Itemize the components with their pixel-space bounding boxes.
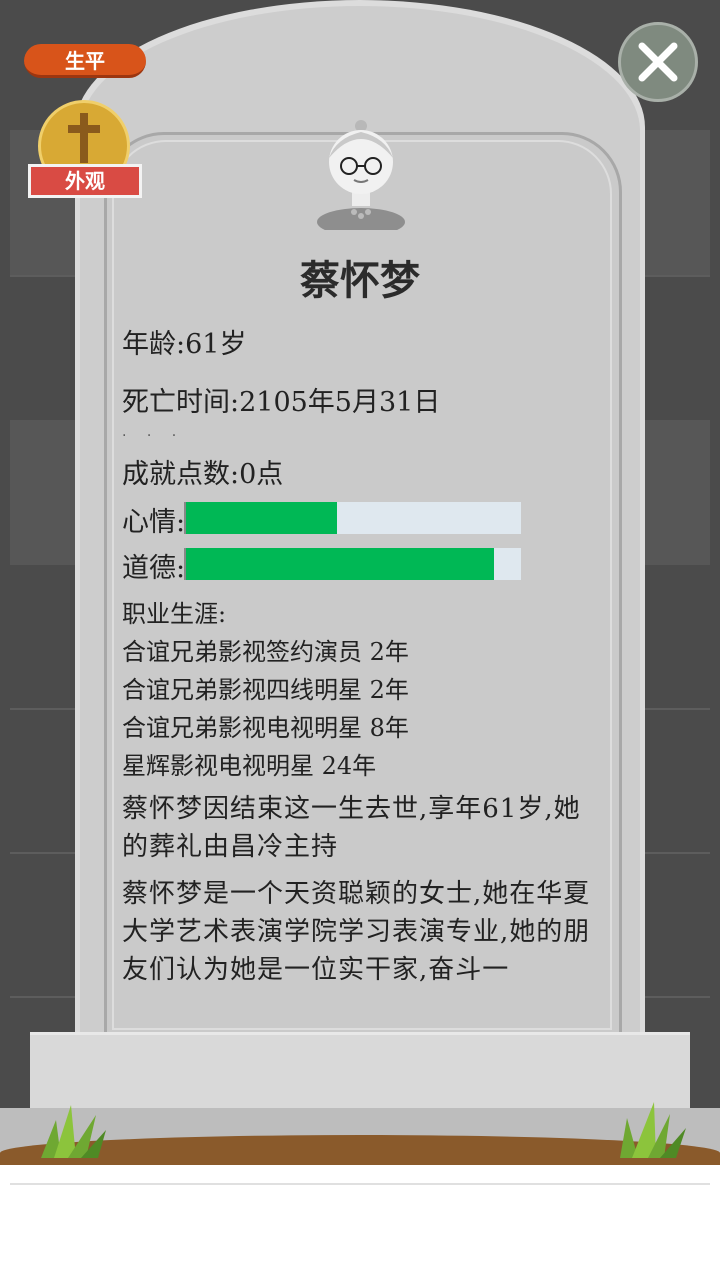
career-title: 职业生涯: (122, 600, 227, 628)
appearance-label: 外观 (28, 164, 142, 198)
age-line: 年龄:61岁 (122, 329, 247, 360)
mood-bar-fill (186, 502, 337, 534)
career-item: 合谊兄弟影视四线明星 2年 (122, 676, 409, 704)
elderly-woman-avatar-icon (317, 120, 405, 230)
career-item: 合谊兄弟影视签约演员 2年 (122, 638, 409, 666)
appearance-button[interactable]: 外观 (28, 100, 144, 204)
bio-paragraph: 蔡怀梦是一个天资聪颖的女士,她在华夏大学艺术表演学院学习表演专业,她的朋友们认为… (122, 879, 591, 985)
mood-label: 心情: (122, 507, 186, 538)
grass-right-icon (620, 1102, 686, 1158)
career-item: 合谊兄弟影视电视明星 8年 (122, 714, 409, 742)
life-tab-button[interactable]: 生平 (24, 44, 146, 78)
person-name: 蔡怀梦 (300, 257, 420, 304)
death-paragraph: 蔡怀梦因结束这一生去世,享年61岁,她的葬礼由昌冷主持 (122, 794, 581, 862)
grass-left-icon (41, 1105, 106, 1158)
achievement-line: 成就点数:0点 (122, 459, 284, 490)
close-button[interactable] (618, 22, 698, 102)
morality-label: 道德: (122, 553, 186, 584)
morality-bar-fill (186, 548, 495, 580)
tombstone-base (30, 1032, 690, 1115)
cross-icon (68, 113, 100, 163)
death-time-line: 死亡时间:2105年5月31日 (122, 387, 441, 418)
mood-bar (184, 502, 521, 534)
career-item: 星辉影视电视明星 24年 (122, 752, 377, 780)
close-icon (638, 42, 678, 82)
faded-divider: · · · (122, 428, 185, 444)
divider (10, 1183, 710, 1185)
morality-bar (184, 548, 521, 580)
